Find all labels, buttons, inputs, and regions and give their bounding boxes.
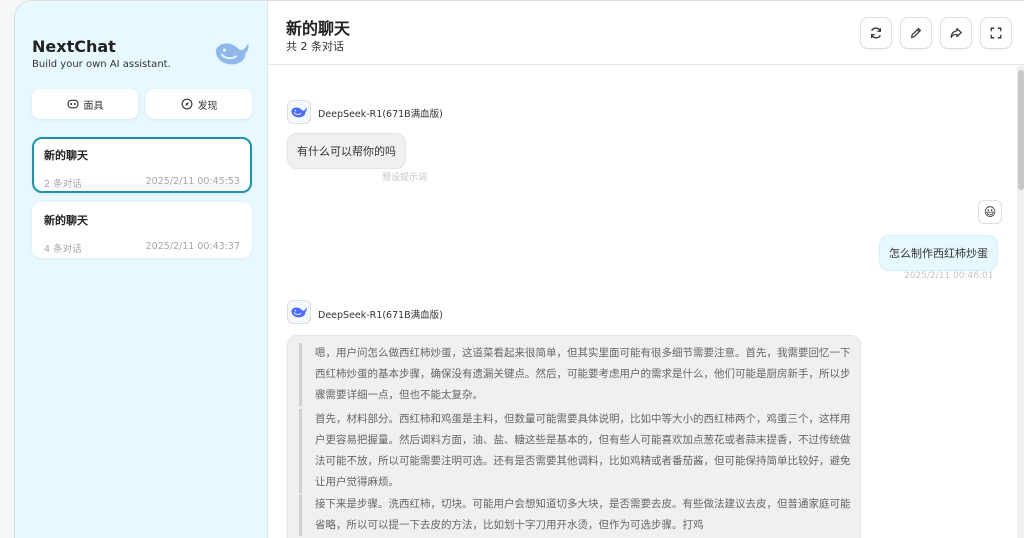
mask-label: 面具: [83, 100, 104, 112]
mask-icon: [67, 99, 78, 109]
chat-list-item-active[interactable]: 新的聊天 2 条对话 2025/2/11 00:45:53: [32, 137, 252, 193]
user-avatar: 😃: [978, 200, 1002, 224]
chat-main: 新的聊天 共 2 条对话 DeepSeek-R1(671B满血版) 有什么可以帮…: [268, 1, 1024, 538]
deepseek-whale-icon: [291, 307, 307, 318]
fullscreen-icon: [990, 27, 1002, 39]
mask-button[interactable]: 面具: [32, 89, 138, 119]
bot-message-bubble: 有什么可以帮你的吗: [287, 133, 406, 169]
thinking-paragraph: 接下来是步骤。洗西红柿，切块。可能用户会想知道切多大块，是否需要去皮。有些做法建…: [299, 494, 854, 536]
sidebar: NextChat Build your own AI assistant. 面具…: [15, 1, 268, 538]
share-button[interactable]: [940, 17, 972, 49]
app-title: NextChat: [32, 37, 116, 56]
fullscreen-button[interactable]: [980, 17, 1012, 49]
bot-thinking-bubble: 嗯，用户问怎么做西红柿炒蛋，这道菜看起来很简单，但其实里面可能有很多细节需要注意…: [287, 335, 861, 538]
thinking-paragraph: 嗯，用户问怎么做西红柿炒蛋，这道菜看起来很简单，但其实里面可能有很多细节需要注意…: [299, 343, 854, 406]
smiley-emoji-icon: 😃: [983, 205, 997, 219]
scrollbar-thumb[interactable]: [1018, 70, 1024, 190]
bot-avatar: [287, 300, 311, 324]
bot-model-name: DeepSeek-R1(671B满血版): [318, 310, 443, 321]
refresh-button[interactable]: [860, 17, 892, 49]
chat-title[interactable]: 新的聊天: [286, 15, 350, 39]
refresh-icon: [870, 27, 882, 39]
edit-icon: [910, 27, 922, 39]
app-window: NextChat Build your own AI assistant. 面具…: [14, 0, 1024, 538]
share-icon: [950, 28, 962, 38]
bot-model-name: DeepSeek-R1(671B满血版): [318, 109, 443, 120]
chat-item-title: 新的聊天: [44, 214, 88, 227]
chat-list-item[interactable]: 新的聊天 4 条对话 2025/2/11 00:43:37: [32, 202, 252, 258]
chat-item-time: 2025/2/11 00:45:53: [145, 176, 240, 187]
bot-avatar: [287, 100, 311, 124]
chat-item-title: 新的聊天: [44, 149, 88, 162]
compass-icon: [181, 98, 192, 110]
chat-item-time: 2025/2/11 00:43:37: [145, 241, 240, 252]
chat-item-count: 4 条对话: [44, 244, 82, 255]
chat-message-count: 共 2 条对话: [286, 40, 344, 53]
deepseek-whale-icon: [215, 43, 249, 65]
discover-button[interactable]: 发现: [146, 89, 252, 119]
chat-body[interactable]: DeepSeek-R1(671B满血版) 有什么可以帮你的吗 预设提示词 😃 怎…: [268, 66, 1024, 538]
discover-label: 发现: [197, 100, 218, 112]
chat-item-count: 2 条对话: [44, 179, 82, 190]
app-subtitle: Build your own AI assistant.: [32, 59, 171, 70]
edit-button[interactable]: [900, 17, 932, 49]
preset-prompt-note: 预设提示词: [382, 173, 428, 183]
thinking-paragraph: 首先，材料部分。西红柿和鸡蛋是主料，但数量可能需要具体说明，比如中等大小的西红柿…: [299, 409, 854, 493]
deepseek-whale-icon: [291, 107, 307, 118]
user-message-time: 2025/2/11 00:46:01: [904, 271, 994, 281]
chat-header: 新的聊天 共 2 条对话: [268, 1, 1024, 65]
chat-scrollbar[interactable]: [1017, 66, 1024, 538]
user-message-bubble: 怎么制作西红柿炒蛋: [879, 235, 998, 271]
